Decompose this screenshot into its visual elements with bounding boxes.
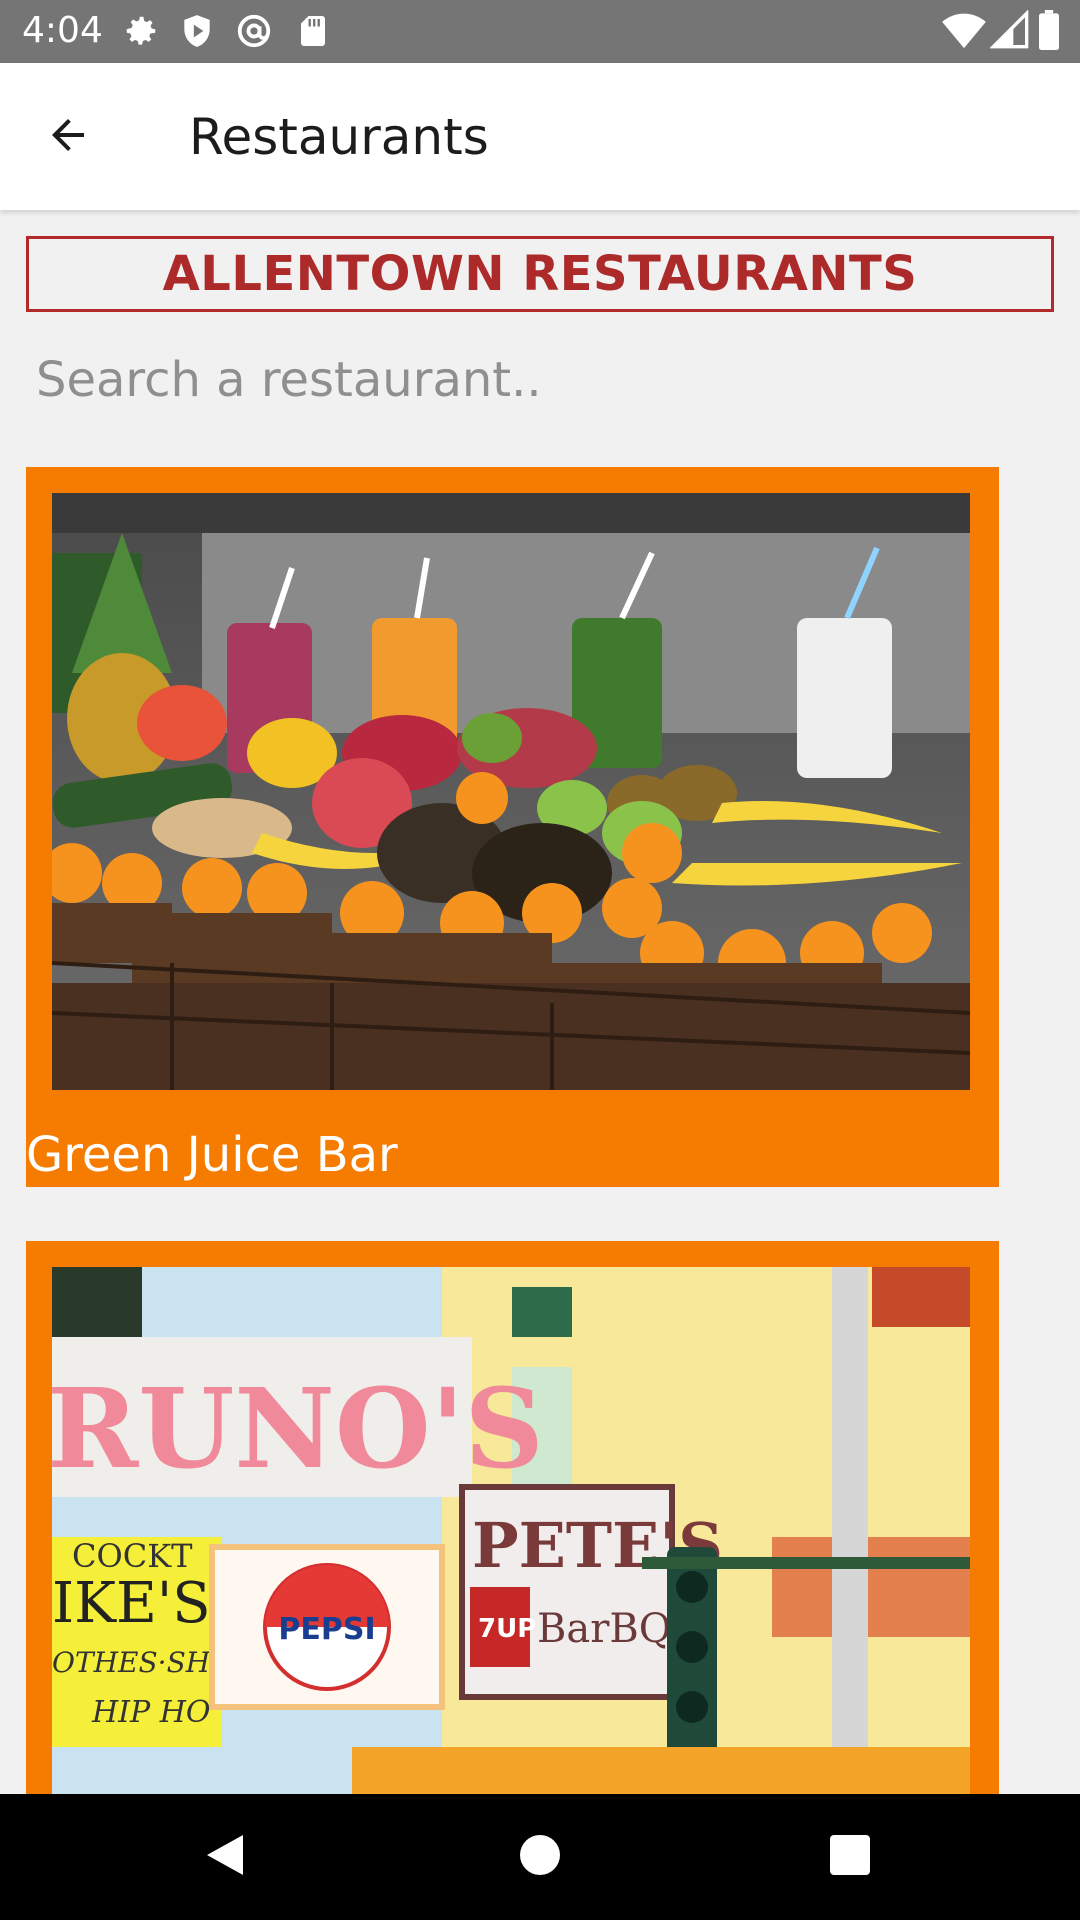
- page-title: Restaurants: [189, 108, 489, 166]
- signal-icon: [989, 9, 1030, 54]
- city-header-title: ALLENTOWN RESTAURANTS: [162, 246, 918, 302]
- restaurant-name: Green Juice Bar: [26, 1127, 398, 1183]
- sign-text-pepsi: PEPSI: [278, 1612, 375, 1647]
- sign-text-cockt: COCKT: [72, 1537, 193, 1575]
- app-bar: Restaurants: [0, 63, 1080, 210]
- sign-text-ikes: IKE'S: [52, 1571, 211, 1636]
- street-signs-photo: RUNO'S COCKT IKE'S OTHES·SHOES HIP HO PE…: [52, 1267, 970, 1801]
- nav-back-button[interactable]: [195, 1827, 255, 1887]
- sign-text-hip-hop: HIP HO: [91, 1695, 211, 1730]
- restaurant-card[interactable]: RUNO'S COCKT IKE'S OTHES·SHOES HIP HO PE…: [26, 1241, 999, 1801]
- fruit-and-juice-stand-photo: [52, 493, 970, 1090]
- nav-recents-button[interactable]: [820, 1827, 880, 1887]
- gear-icon: [122, 12, 160, 54]
- shield-play-icon: [178, 12, 216, 54]
- city-header: ALLENTOWN RESTAURANTS: [26, 236, 1054, 312]
- back-triangle-icon: [203, 1831, 247, 1883]
- status-bar: 4:04: [0, 0, 1080, 63]
- sign-text-7up: 7UP: [478, 1614, 536, 1644]
- search-input[interactable]: [26, 340, 1054, 420]
- sign-text-barbq: BarBQ: [537, 1606, 672, 1652]
- sd-card-icon: [295, 12, 331, 54]
- recents-square-icon: [830, 1835, 870, 1879]
- battery-icon: [1038, 10, 1060, 54]
- home-circle-icon: [520, 1835, 560, 1879]
- sign-text-runos: RUNO'S: [52, 1364, 544, 1493]
- back-button[interactable]: [30, 99, 106, 175]
- wifi-icon: [942, 10, 986, 54]
- at-sign-icon: [235, 12, 273, 54]
- nav-home-button[interactable]: [510, 1827, 570, 1887]
- navigation-bar: [0, 1794, 1080, 1920]
- restaurant-card[interactable]: Green Juice Bar: [26, 467, 999, 1187]
- status-time: 4:04: [22, 10, 103, 51]
- arrow-back-icon: [44, 111, 92, 163]
